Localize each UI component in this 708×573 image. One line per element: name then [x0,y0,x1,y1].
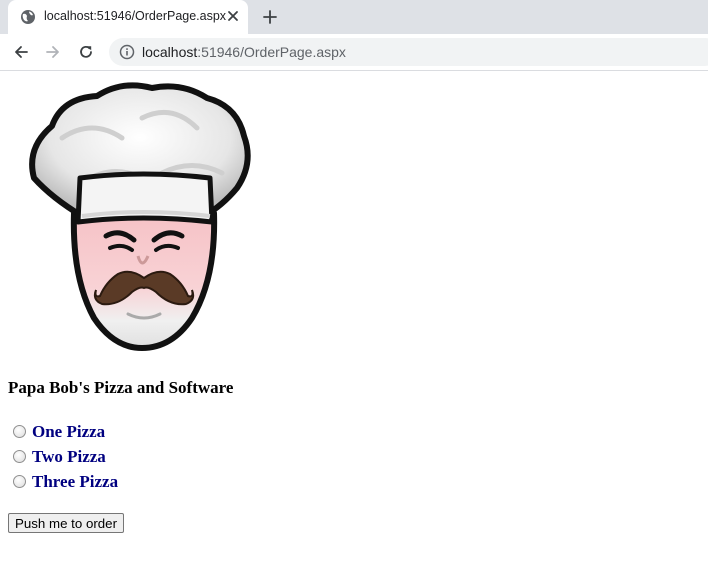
new-tab-icon[interactable] [261,8,279,26]
tab-strip: localhost:51946/OrderPage.aspx [0,0,708,34]
page-title: Papa Bob's Pizza and Software [8,378,234,397]
close-icon[interactable] [226,9,240,23]
order-button[interactable]: Push me to order [8,513,124,533]
pizza-radio-group: One Pizza Two Pizza Three Pizza [13,419,118,494]
radio-three-pizza[interactable] [13,475,26,488]
info-icon[interactable] [119,44,135,60]
url-path: :51946/OrderPage.aspx [197,44,346,60]
page-content: Papa Bob's Pizza and Software One Pizza … [0,71,708,573]
forward-arrow-icon[interactable] [44,43,62,61]
radio-two-pizza[interactable] [13,450,26,463]
option-two-pizza[interactable]: Two Pizza [13,444,118,469]
radio-one-pizza[interactable] [13,425,26,438]
reload-icon[interactable] [77,43,95,61]
option-one-pizza[interactable]: One Pizza [13,419,118,444]
browser-tab[interactable]: localhost:51946/OrderPage.aspx [8,0,248,34]
back-arrow-icon[interactable] [12,43,30,61]
url-host: localhost [142,44,198,60]
url-text: localhost:51946/OrderPage.aspx [142,44,346,60]
tab-title: localhost:51946/OrderPage.aspx [44,9,227,23]
option-label[interactable]: Three Pizza [32,472,118,492]
browser-toolbar: localhost:51946/OrderPage.aspx [0,34,708,71]
globe-icon [21,10,35,24]
chef-logo [29,82,251,351]
address-bar[interactable]: localhost:51946/OrderPage.aspx [109,38,708,66]
option-three-pizza[interactable]: Three Pizza [13,469,118,494]
option-label[interactable]: Two Pizza [32,447,106,467]
option-label[interactable]: One Pizza [32,422,105,442]
